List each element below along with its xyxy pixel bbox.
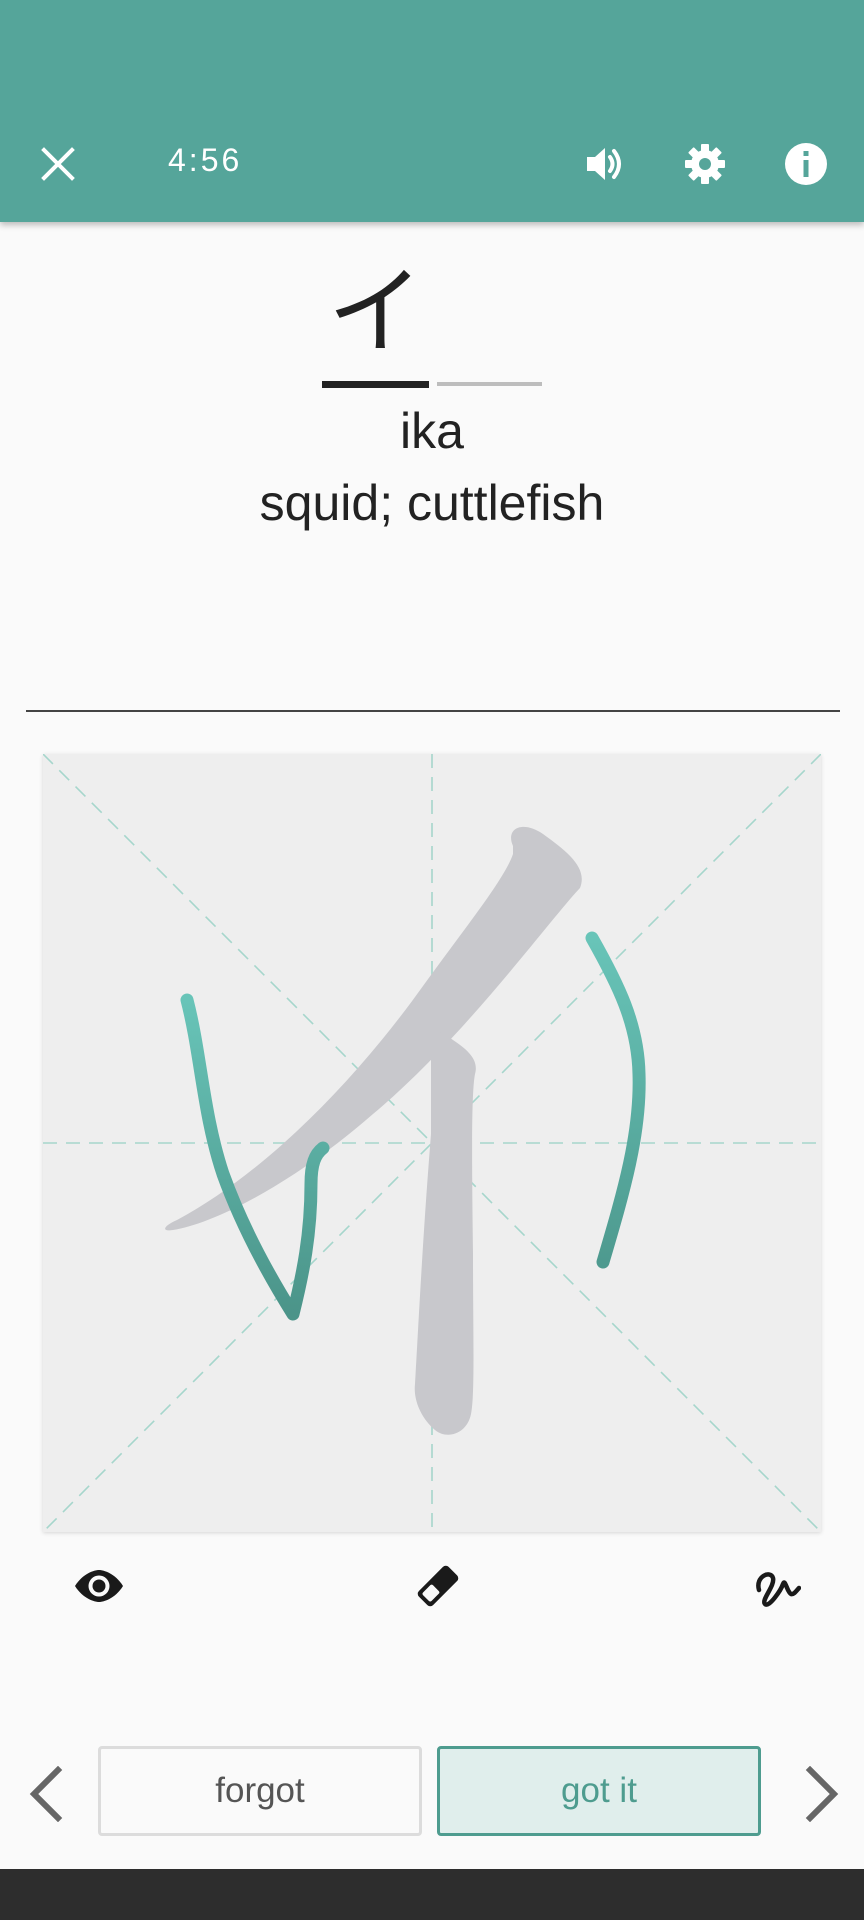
show-hint-button[interactable] <box>63 1554 135 1618</box>
got-it-button[interactable]: got it <box>437 1746 761 1836</box>
gear-icon <box>685 144 725 184</box>
divider <box>26 710 840 712</box>
system-nav-bar <box>0 1869 864 1920</box>
previous-button[interactable] <box>16 1758 76 1830</box>
stroke-icon <box>756 1572 801 1607</box>
erase-button[interactable] <box>402 1554 474 1618</box>
app-header: 4:56 <box>0 0 864 222</box>
next-button[interactable] <box>792 1758 852 1830</box>
user-stroke-2 <box>585 931 646 1269</box>
kana-answer-row: イ <box>0 256 864 388</box>
forgot-button[interactable]: forgot <box>98 1746 422 1836</box>
kana-underline <box>437 382 542 386</box>
kana-slot-empty <box>437 256 542 388</box>
settings-button[interactable] <box>673 132 737 196</box>
reading-text: ika <box>400 403 464 459</box>
timer: 4:56 <box>168 142 243 178</box>
hint-character <box>165 826 582 1435</box>
kana-underline-active <box>322 381 429 388</box>
hint-stroke-2 <box>414 1030 476 1435</box>
canvas-svg <box>42 753 822 1533</box>
close-button[interactable] <box>26 132 90 196</box>
info-button[interactable] <box>774 132 838 196</box>
eraser-icon <box>417 1565 459 1607</box>
info-icon <box>785 143 827 185</box>
drawing-canvas[interactable] <box>42 753 822 1533</box>
volume-icon <box>587 148 621 180</box>
sound-button[interactable] <box>573 132 637 196</box>
eye-icon <box>75 1570 123 1602</box>
kana-slot-active: イ <box>322 256 429 388</box>
kana-character: イ <box>327 256 424 368</box>
user-strokes <box>180 931 646 1321</box>
chevron-right-icon <box>805 1766 839 1822</box>
stroke-mode-button[interactable] <box>741 1554 813 1618</box>
meaning-text: squid; cuttlefish <box>259 475 605 531</box>
close-icon <box>41 147 75 181</box>
chevron-left-icon <box>29 1766 63 1822</box>
